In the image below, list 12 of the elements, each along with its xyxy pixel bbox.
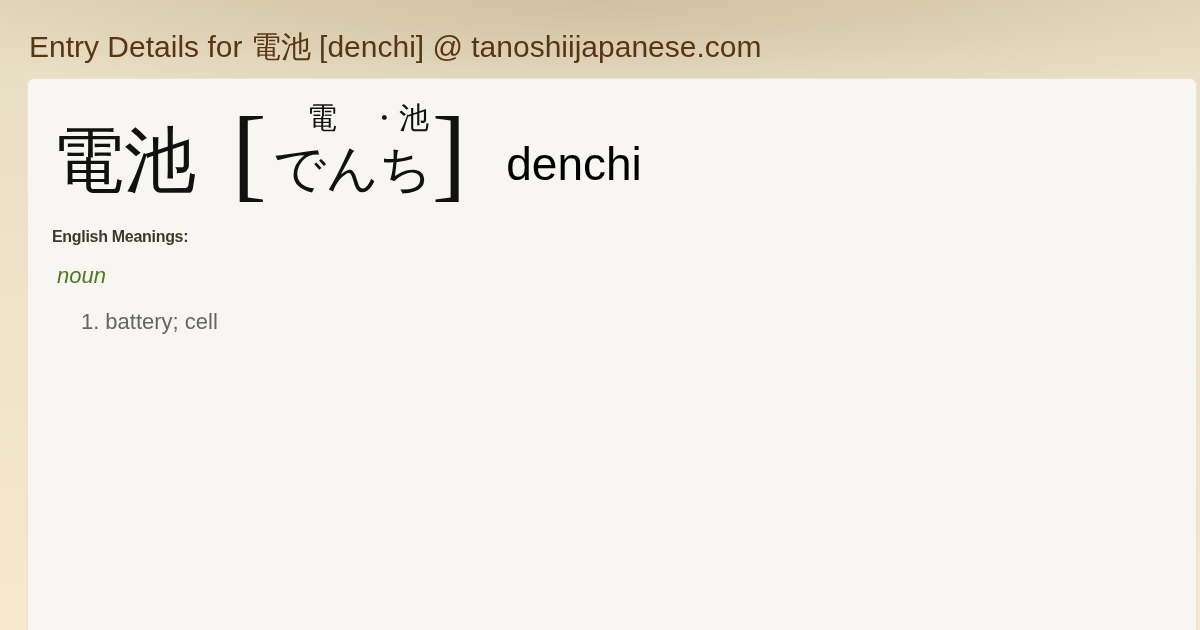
open-bracket: [ bbox=[232, 101, 267, 205]
kana-reading: でんち bbox=[272, 143, 432, 195]
headword: 電池 bbox=[52, 125, 196, 197]
close-bracket: ] bbox=[431, 101, 467, 205]
furigana-kanji: ・池 bbox=[368, 103, 429, 133]
furigana-kanji: 電 bbox=[306, 103, 337, 133]
section-label: English Meanings: bbox=[52, 227, 189, 247]
sense-text: battery; cell bbox=[105, 308, 218, 335]
romaji-reading: denchi bbox=[506, 141, 642, 187]
page-title: Entry Details for 電池 [denchi] @ tanoshiijapanese.com bbox=[29, 30, 762, 63]
part-of-speech: noun bbox=[57, 263, 106, 290]
sense-number: 1. bbox=[81, 308, 100, 335]
